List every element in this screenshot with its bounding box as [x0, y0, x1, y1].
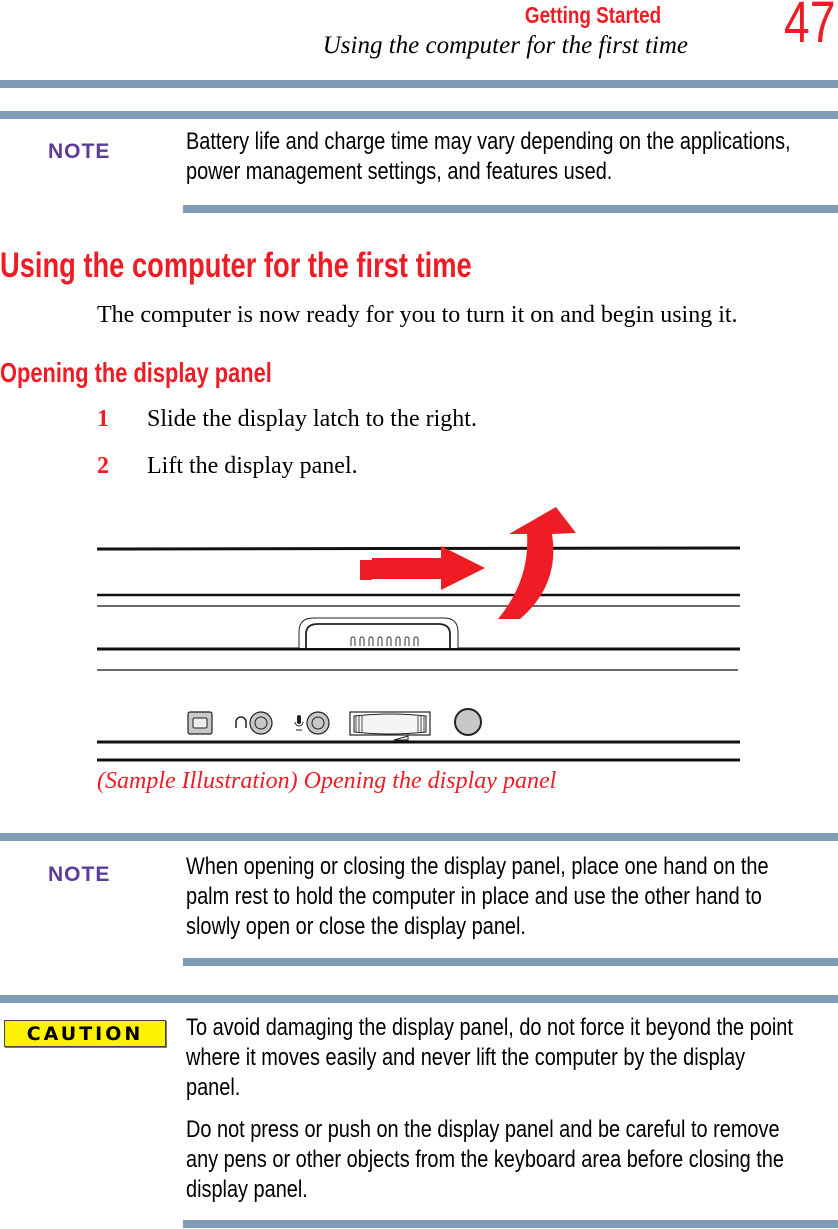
note2-text: When opening or closing the display pane… [186, 852, 769, 942]
volume-indicator-icon [393, 735, 409, 741]
header-section-title: Getting Started [524, 2, 661, 28]
header-chapter-title: Using the computer for the first time [322, 32, 688, 59]
slide-right-arrow-icon [372, 546, 485, 590]
note2-line: slowly open or close the display panel. [186, 913, 526, 940]
slide-arrow-tail [360, 560, 372, 580]
headphone-icon [235, 716, 247, 728]
caution-line: any pens or other objects from the keybo… [186, 1146, 784, 1173]
volume-wheel [353, 713, 427, 735]
caution-line: To avoid damaging the display panel, do … [186, 1014, 793, 1041]
note2-label: NOTE [48, 863, 111, 886]
note1-label: NOTE [48, 140, 111, 163]
display-panel-illustration [96, 507, 741, 762]
microphone-jack [306, 711, 330, 735]
caution-paragraph-2: Do not press or push on the display pane… [186, 1115, 784, 1205]
display-latch [298, 617, 459, 648]
figure-caption: (Sample Illustration) Opening the displa… [97, 768, 557, 794]
note1-line: Battery life and charge time may vary de… [186, 128, 791, 155]
step-1-text: Slide the display latch to the right. [147, 406, 477, 432]
step-1: 1 [97, 406, 109, 433]
step-2-text: Lift the display panel. [147, 453, 358, 479]
subsection-heading: Opening the display panel [0, 357, 272, 388]
caution-line: display panel. [186, 1176, 308, 1203]
note2-line: palm rest to hold the computer in place … [186, 883, 762, 910]
note2-bottom-rule [183, 958, 838, 966]
microphone-icon [294, 715, 304, 731]
note1-line: power management settings, and features … [186, 158, 613, 185]
caution-paragraph-1: To avoid damaging the display panel, do … [186, 1013, 793, 1103]
page-number: 47 [784, 0, 836, 55]
header-divider [0, 80, 838, 88]
note1-top-rule [0, 111, 838, 119]
headphone-jack [249, 711, 273, 735]
usb-port-inner [192, 717, 208, 729]
port-panel [187, 708, 482, 741]
note2-line: When opening or closing the display pane… [186, 853, 769, 880]
display-top-edge [96, 546, 741, 551]
section-heading: Using the computer for the first time [0, 246, 472, 285]
step-2: 2 [97, 453, 109, 480]
note1-text: Battery life and charge time may vary de… [186, 127, 791, 187]
caution-label: CAUTION [4, 1020, 166, 1047]
step-number: 1 [97, 406, 109, 432]
step-number: 2 [97, 453, 109, 479]
caution-top-rule [0, 995, 838, 1003]
caution-bottom-rule [183, 1220, 838, 1228]
note1-bottom-rule [183, 205, 838, 213]
lift-arrow-icon [498, 507, 576, 619]
caution-line: where it moves easily and never lift the… [186, 1044, 746, 1071]
note2-top-rule [0, 833, 838, 841]
caution-line: panel. [186, 1074, 241, 1101]
power-button [454, 708, 482, 736]
section-intro: The computer is now ready for you to tur… [97, 302, 738, 328]
caution-line: Do not press or push on the display pane… [186, 1116, 780, 1143]
